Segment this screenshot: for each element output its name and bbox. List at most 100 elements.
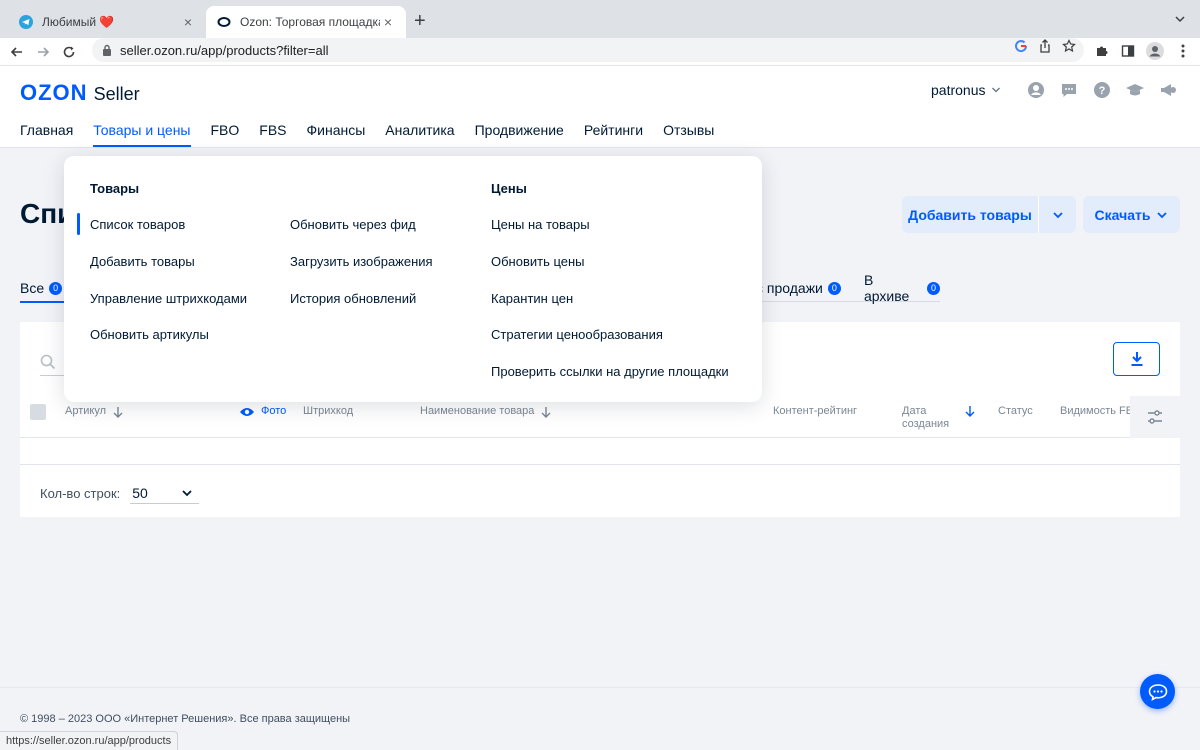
menu-item-price-quarantine[interactable]: Карантин цен <box>491 291 573 306</box>
chat-icon[interactable] <box>1059 80 1079 100</box>
main-navigation: Главная Товары и цены FBO FBS Финансы Ан… <box>20 122 714 147</box>
chat-bubble-icon <box>1148 683 1167 701</box>
count-badge: 0 <box>927 281 940 295</box>
browser-tab-title: Любимый ❤️ <box>42 15 115 29</box>
export-download-button[interactable] <box>1113 342 1160 376</box>
support-chat-button[interactable] <box>1140 674 1175 709</box>
tab-all[interactable]: Все 0 <box>20 276 67 303</box>
nav-products-prices[interactable]: Товары и цены <box>93 122 191 147</box>
column-label-line: Дата <box>902 405 927 417</box>
nav-reviews[interactable]: Отзывы <box>663 122 714 147</box>
column-created-date[interactable]: Дата создания <box>902 405 976 431</box>
table-empty-row <box>20 438 1180 465</box>
share-icon[interactable] <box>1038 39 1052 56</box>
menu-item-update-via-feed[interactable]: Обновить через фид <box>290 217 416 232</box>
column-photo[interactable]: Фото <box>239 405 286 418</box>
user-menu[interactable]: patronus <box>931 82 1001 98</box>
menu-item-add-products[interactable]: Добавить товары <box>90 254 195 269</box>
tab-label: В архиве <box>864 272 910 304</box>
reload-icon[interactable] <box>56 39 82 65</box>
rows-per-page: Кол-во строк: 50 <box>40 483 200 504</box>
lock-icon <box>102 44 112 56</box>
add-products-dropdown-button[interactable] <box>1039 209 1076 221</box>
tab-label: Все <box>20 280 45 296</box>
dropdown-heading-goods: Товары <box>90 181 140 196</box>
nav-home[interactable]: Главная <box>20 122 73 147</box>
side-panel-icon[interactable] <box>1117 40 1139 62</box>
browser-tab-ozon[interactable]: Ozon: Торговая площадка × <box>206 6 406 38</box>
column-label: Дата создания <box>902 405 958 431</box>
profile-icon[interactable] <box>1026 80 1046 100</box>
column-settings-button[interactable] <box>1130 396 1180 438</box>
chevron-down-icon <box>182 490 192 497</box>
search-icon[interactable] <box>40 354 56 375</box>
nav-ratings[interactable]: Рейтинги <box>584 122 643 147</box>
add-products-button[interactable]: Добавить товары <box>902 207 1038 223</box>
page-footer: © 1998 – 2023 ООО «Интернет Решения». Вс… <box>0 687 1200 750</box>
seller-header: OZON Seller patronus ? Главная Товары и … <box>0 66 1200 148</box>
column-article[interactable]: Артикул <box>65 405 124 418</box>
menu-item-product-list[interactable]: Список товаров <box>90 217 185 232</box>
tab-removed-from-sale[interactable]: с продажи 0 <box>756 276 841 300</box>
menu-item-update-articles[interactable]: Обновить артикулы <box>90 327 209 342</box>
copyright-text: © 1998 – 2023 ООО «Интернет Решения». Вс… <box>20 713 351 725</box>
tab-search-chevron-icon[interactable] <box>1174 12 1186 30</box>
education-cap-icon[interactable] <box>1125 80 1145 100</box>
active-item-indicator <box>77 213 80 235</box>
column-barcode[interactable]: Штрихкод <box>303 405 353 418</box>
tab-archive[interactable]: В архиве 0 <box>864 272 940 304</box>
chevron-down-icon <box>1052 211 1063 218</box>
select-all-checkbox[interactable] <box>30 404 46 420</box>
column-product-name[interactable]: Наименование товара <box>420 405 552 418</box>
column-label: Контент-рейтинг <box>773 405 858 417</box>
column-label: Штрихкод <box>303 405 354 417</box>
rows-per-page-select[interactable]: 50 <box>130 483 200 504</box>
browser-tab-telegram[interactable]: Любимый ❤️ × <box>8 6 206 38</box>
close-icon[interactable]: × <box>380 14 396 30</box>
menu-item-update-prices[interactable]: Обновить цены <box>491 254 585 269</box>
ozon-seller-logo[interactable]: OZON Seller <box>20 80 140 106</box>
column-content-rating[interactable]: Контент-рейтинг <box>773 405 857 418</box>
sliders-icon <box>1148 410 1162 424</box>
download-button-label: Скачать <box>1094 206 1151 223</box>
column-label-line: создания <box>902 418 950 430</box>
nav-analytics[interactable]: Аналитика <box>385 122 454 147</box>
nav-finance[interactable]: Финансы <box>307 122 366 147</box>
menu-item-pricing-strategies[interactable]: Стратегии ценообразования <box>491 327 663 342</box>
column-status[interactable]: Статус <box>998 405 1033 418</box>
menu-item-update-history[interactable]: История обновлений <box>290 291 416 306</box>
products-prices-dropdown: Товары Цены Список товаров Добавить това… <box>64 156 762 402</box>
back-arrow-icon[interactable] <box>4 39 30 65</box>
nav-fbo[interactable]: FBO <box>211 122 240 147</box>
announcement-icon[interactable] <box>1158 80 1178 100</box>
svg-text:?: ? <box>1099 85 1106 97</box>
menu-item-product-prices[interactable]: Цены на товары <box>491 217 590 232</box>
logo-ozon-text: OZON <box>20 80 88 105</box>
help-icon[interactable]: ? <box>1092 80 1112 100</box>
menu-item-barcode-management[interactable]: Управление штрихкодами <box>90 291 247 306</box>
browser-menu-icon[interactable] <box>1172 40 1194 62</box>
ozon-favicon-icon <box>216 14 232 30</box>
chevron-down-icon <box>991 82 1001 98</box>
table-header: Артикул Фото Штрихкод Наименование товар… <box>20 396 1180 438</box>
close-icon[interactable]: × <box>180 14 196 30</box>
menu-item-upload-images[interactable]: Загрузить изображения <box>290 254 433 269</box>
rows-per-page-value: 50 <box>132 485 148 501</box>
menu-item-check-links[interactable]: Проверить ссылки на другие площадки <box>491 364 729 379</box>
new-tab-button[interactable]: + <box>414 11 426 31</box>
column-label: Наименование товара <box>420 405 535 417</box>
forward-arrow-icon[interactable] <box>30 39 56 65</box>
profile-avatar-icon[interactable] <box>1144 40 1166 62</box>
download-button[interactable]: Скачать <box>1083 196 1180 233</box>
nav-promotion[interactable]: Продвижение <box>475 122 564 147</box>
google-icon[interactable] <box>1014 39 1028 56</box>
header-icons: ? <box>1026 80 1178 100</box>
address-bar[interactable]: seller.ozon.ru/app/products?filter=all <box>92 38 1084 62</box>
sort-arrow-icon <box>541 406 551 418</box>
nav-fbs[interactable]: FBS <box>259 122 286 147</box>
bookmark-star-icon[interactable] <box>1062 39 1076 56</box>
rows-per-page-label: Кол-во строк: <box>40 486 121 501</box>
extensions-puzzle-icon[interactable] <box>1091 40 1113 62</box>
browser-tab-title: Ozon: Торговая площадка <box>240 15 380 29</box>
column-visibility[interactable]: Видимость FB <box>1060 405 1133 418</box>
